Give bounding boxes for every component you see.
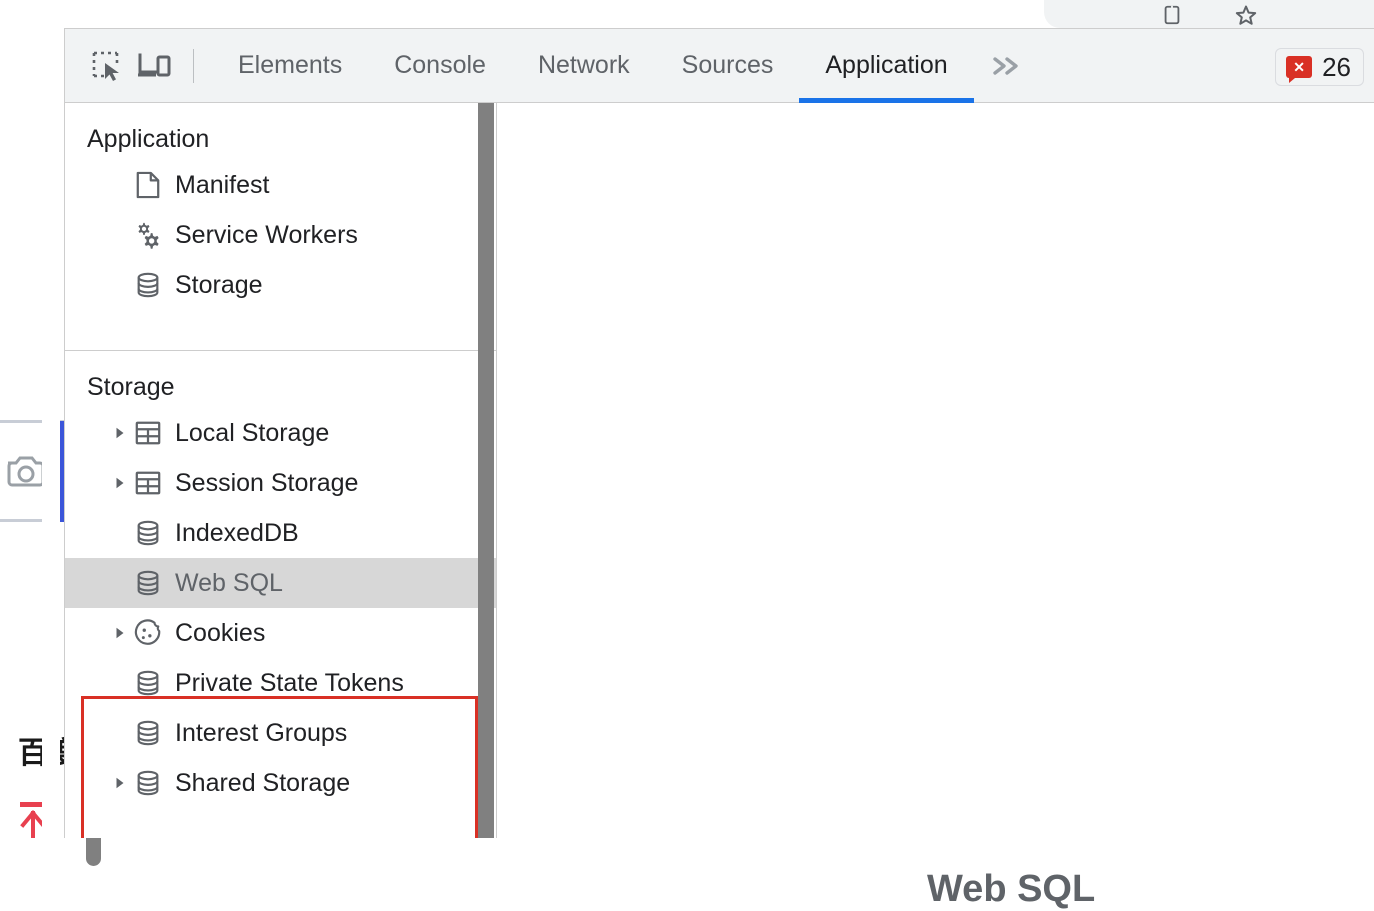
sidebar-item-local-storage[interactable]: Local Storage bbox=[65, 408, 496, 458]
sidebar-item-web-sql[interactable]: Web SQL bbox=[65, 558, 496, 608]
sidebar-item-label: Service Workers bbox=[175, 220, 358, 249]
toolbar-divider bbox=[193, 48, 194, 83]
sidebar-section-storage: Storage Local Storage Session Storage In… bbox=[65, 351, 496, 838]
database-icon bbox=[133, 768, 163, 798]
chevron-right-icon[interactable] bbox=[109, 422, 131, 444]
more-tabs-chevron-icon[interactable] bbox=[974, 29, 1038, 103]
document-icon bbox=[133, 170, 163, 200]
page-title: Web SQL bbox=[927, 868, 1096, 910]
sidebar-item-session-storage[interactable]: Session Storage bbox=[65, 458, 496, 508]
sidebar-scrollbar-thumb[interactable] bbox=[478, 103, 494, 838]
inspect-element-icon[interactable] bbox=[85, 43, 131, 89]
sidebar-item-label: Manifest bbox=[175, 170, 270, 199]
main-content-panel: Web SQL bbox=[497, 103, 1374, 910]
tab-application[interactable]: Application bbox=[799, 29, 974, 103]
sidebar-item-label: Web SQL bbox=[175, 568, 283, 597]
devtools-body: Application Manifest Service Workers Sto… bbox=[65, 103, 1374, 910]
sidebar-item-label: Private State Tokens bbox=[175, 668, 404, 697]
devtools-panel: Elements Console Network Sources Applica… bbox=[64, 28, 1374, 910]
sidebar-item-label: Local Storage bbox=[175, 418, 330, 447]
sidebar-item-label: Interest Groups bbox=[175, 718, 348, 747]
device-toolbar-icon[interactable] bbox=[131, 43, 177, 89]
application-sidebar: Application Manifest Service Workers Sto… bbox=[65, 103, 497, 838]
table-icon bbox=[133, 418, 163, 448]
sidebar-section-application: Application Manifest Service Workers Sto… bbox=[65, 103, 496, 351]
page-scrollbar[interactable] bbox=[42, 28, 101, 866]
chevron-right-icon[interactable] bbox=[109, 472, 131, 494]
table-icon bbox=[133, 468, 163, 498]
gears-icon bbox=[133, 220, 163, 250]
chevron-right-icon[interactable] bbox=[109, 772, 131, 794]
section-title-storage: Storage bbox=[87, 373, 175, 401]
sidebar-item-private-state-tokens[interactable]: Private State Tokens bbox=[65, 658, 496, 708]
database-icon bbox=[133, 718, 163, 748]
error-count-label: 26 bbox=[1322, 51, 1351, 82]
sidebar-item-service-workers[interactable]: Service Workers bbox=[65, 210, 496, 260]
tab-sources[interactable]: Sources bbox=[656, 29, 800, 103]
sidebar-item-interest-groups[interactable]: Interest Groups bbox=[65, 708, 496, 758]
share-install-icon[interactable] bbox=[1158, 2, 1186, 28]
bookmark-star-icon[interactable] bbox=[1232, 2, 1260, 28]
sidebar-item-label: Shared Storage bbox=[175, 768, 351, 797]
browser-toolbar bbox=[1044, 0, 1374, 28]
database-icon bbox=[133, 668, 163, 698]
sidebar-item-label: Cookies bbox=[175, 618, 266, 647]
tab-console[interactable]: Console bbox=[368, 29, 512, 103]
sidebar-item-label: Session Storage bbox=[175, 468, 359, 497]
database-icon bbox=[133, 518, 163, 548]
sidebar-item-manifest[interactable]: Manifest bbox=[65, 160, 496, 210]
cookie-icon bbox=[133, 618, 163, 648]
tab-elements[interactable]: Elements bbox=[212, 29, 368, 103]
section-title-application: Application bbox=[87, 125, 210, 153]
devtools-tabstrip: Elements Console Network Sources Applica… bbox=[65, 29, 1374, 103]
sidebar-item-cookies[interactable]: Cookies bbox=[65, 608, 496, 658]
sidebar-item-storage[interactable]: Storage bbox=[65, 260, 496, 310]
database-icon bbox=[133, 568, 163, 598]
error-count-badge[interactable]: ✕ 26 bbox=[1275, 48, 1364, 86]
database-icon bbox=[133, 270, 163, 300]
chevron-right-icon[interactable] bbox=[109, 622, 131, 644]
camera-icon bbox=[4, 453, 45, 489]
error-x-icon: ✕ bbox=[1286, 56, 1313, 83]
sidebar-item-label: IndexedDB bbox=[175, 518, 299, 547]
sidebar-item-indexeddb[interactable]: IndexedDB bbox=[65, 508, 496, 558]
sidebar-item-shared-storage[interactable]: Shared Storage bbox=[65, 758, 496, 808]
sidebar-item-label: Storage bbox=[175, 270, 263, 299]
tab-network[interactable]: Network bbox=[512, 29, 656, 103]
